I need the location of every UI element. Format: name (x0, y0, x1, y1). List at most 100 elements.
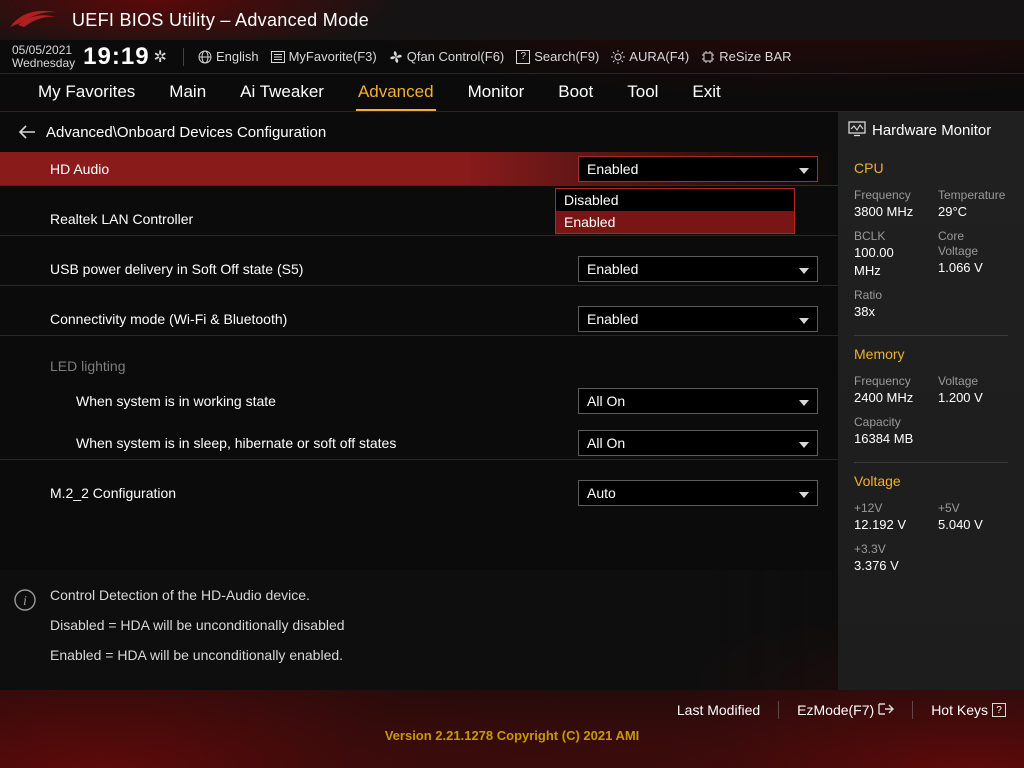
hotkeys-button[interactable]: Hot Keys ? (931, 702, 1006, 718)
tab-boot[interactable]: Boot (556, 75, 595, 111)
hw-cpu-freq-lbl: Frequency (854, 188, 920, 203)
hd-audio-dropdown[interactable]: Disabled Enabled (555, 188, 795, 234)
chevron-down-icon (799, 393, 809, 409)
resizebar-button[interactable]: ReSize BAR (701, 49, 791, 64)
aura-label: AURA(F4) (629, 49, 689, 64)
back-arrow-icon[interactable] (18, 125, 36, 139)
hd-audio-select[interactable]: Enabled (578, 156, 818, 182)
tab-advanced[interactable]: Advanced (356, 75, 436, 111)
hw-cpu-temp-lbl: Temperature (938, 188, 1004, 203)
led-working-label: When system is in working state (76, 393, 578, 409)
tab-monitor[interactable]: Monitor (466, 75, 527, 111)
question-box-icon: ? (992, 703, 1006, 717)
tab-main[interactable]: Main (167, 75, 208, 111)
footer-bar: Last Modified EzMode(F7) Hot Keys ? (0, 690, 1024, 730)
info-icon: i (14, 589, 36, 614)
gear-icon[interactable]: ✲ (154, 47, 167, 67)
hw-mem-cap: 16384 MB (854, 430, 1004, 448)
tab-my-favorites[interactable]: My Favorites (36, 75, 137, 111)
qfan-button[interactable]: Qfan Control(F6) (389, 49, 505, 64)
help-line-2: Disabled = HDA will be unconditionally d… (50, 617, 818, 633)
aura-button[interactable]: AURA(F4) (611, 49, 689, 64)
resizebar-label: ReSize BAR (719, 49, 791, 64)
help-line-3: Enabled = HDA will be unconditionally en… (50, 647, 818, 663)
usb-s5-label: USB power delivery in Soft Off state (S5… (50, 261, 578, 277)
breadcrumb: Advanced\Onboard Devices Configuration (0, 112, 838, 152)
date-text: 05/05/2021 (12, 44, 75, 57)
hw-v5: 5.040 V (938, 516, 1004, 534)
separator (778, 701, 779, 719)
breadcrumb-text: Advanced\Onboard Devices Configuration (46, 124, 326, 141)
hw-v33: 3.376 V (854, 557, 1004, 575)
hd-audio-value: Enabled (587, 161, 638, 177)
led-sleep-select[interactable]: All On (578, 430, 818, 456)
hw-cpu-freq: 3800 MHz (854, 203, 920, 221)
led-working-value: All On (587, 393, 625, 409)
led-sleep-label: When system is in sleep, hibernate or so… (76, 435, 578, 451)
settings-panel: HD Audio Enabled Disabled Enabled Realte… (0, 152, 838, 570)
myfavorite-button[interactable]: MyFavorite(F3) (271, 49, 377, 64)
monitor-icon (848, 121, 866, 141)
hw-cpu-ratio: 38x (854, 303, 1004, 321)
chevron-down-icon (799, 311, 809, 327)
main-tabs: My Favorites Main Ai Tweaker Advanced Mo… (0, 74, 1024, 112)
rog-logo-icon (6, 5, 66, 35)
row-hd-audio[interactable]: HD Audio Enabled (0, 152, 838, 186)
row-usb-s5[interactable]: USB power delivery in Soft Off state (S5… (0, 252, 838, 286)
row-led-sleep[interactable]: When system is in sleep, hibernate or so… (0, 426, 838, 460)
hw-title: Hardware Monitor (872, 122, 991, 139)
hw-v33-lbl: +3.3V (854, 542, 1004, 557)
hw-mem-freq: 2400 MHz (854, 389, 920, 407)
help-line-1: Control Detection of the HD-Audio device… (50, 587, 818, 603)
globe-icon (198, 50, 212, 64)
row-led-working[interactable]: When system is in working state All On (0, 384, 838, 418)
hw-mem-volt: 1.200 V (938, 389, 1004, 407)
hw-cpu-bclk: 100.00 MHz (854, 244, 920, 280)
hw-header: Hardware Monitor (848, 112, 1008, 150)
version-text: Version 2.21.1278 Copyright (C) 2021 AMI (0, 728, 1024, 748)
quick-bar: 05/05/2021 Wednesday 19:19 ✲ English MyF… (0, 40, 1024, 74)
tab-exit[interactable]: Exit (690, 75, 722, 111)
usb-s5-select[interactable]: Enabled (578, 256, 818, 282)
language-label: English (216, 49, 259, 64)
chevron-down-icon (799, 161, 809, 177)
hotkeys-label: Hot Keys (931, 702, 988, 718)
hw-mem-title: Memory (854, 336, 1008, 370)
row-m22[interactable]: M.2_2 Configuration Auto (0, 476, 838, 510)
option-disabled[interactable]: Disabled (556, 189, 794, 211)
search-button[interactable]: ? Search(F9) (516, 49, 599, 64)
hw-cpu-cv: 1.066 V (938, 259, 1004, 277)
row-connectivity[interactable]: Connectivity mode (Wi-Fi & Bluetooth) En… (0, 302, 838, 336)
hw-mem-volt-lbl: Voltage (938, 374, 1004, 389)
language-button[interactable]: English (198, 49, 259, 64)
m22-select[interactable]: Auto (578, 480, 818, 506)
hw-mem-cap-lbl: Capacity (854, 415, 1004, 430)
qfan-label: Qfan Control(F6) (407, 49, 505, 64)
m22-value: Auto (587, 485, 616, 501)
hd-audio-label: HD Audio (50, 161, 578, 177)
connectivity-value: Enabled (587, 311, 638, 327)
ezmode-button[interactable]: EzMode(F7) (797, 702, 894, 719)
chevron-down-icon (799, 435, 809, 451)
clock: 19:19 (83, 43, 149, 71)
chevron-down-icon (799, 261, 809, 277)
separator (183, 48, 184, 66)
search-label: Search(F9) (534, 49, 599, 64)
sun-icon (611, 50, 625, 64)
hw-v12: 12.192 V (854, 516, 920, 534)
ezmode-label: EzMode(F7) (797, 702, 874, 718)
chip-icon (701, 50, 715, 64)
connectivity-select[interactable]: Enabled (578, 306, 818, 332)
myfavorite-label: MyFavorite(F3) (289, 49, 377, 64)
led-working-select[interactable]: All On (578, 388, 818, 414)
last-modified-button[interactable]: Last Modified (677, 702, 760, 718)
led-section-label: LED lighting (0, 352, 838, 380)
hw-cpu-temp: 29°C (938, 203, 1004, 221)
tab-ai-tweaker[interactable]: Ai Tweaker (238, 75, 326, 111)
option-enabled[interactable]: Enabled (556, 211, 794, 233)
title-bar: UEFI BIOS Utility – Advanced Mode (0, 0, 1024, 40)
tab-tool[interactable]: Tool (625, 75, 660, 111)
exit-arrow-icon (878, 702, 894, 719)
hw-cpu-title: CPU (854, 150, 1008, 184)
list-icon (271, 51, 285, 63)
